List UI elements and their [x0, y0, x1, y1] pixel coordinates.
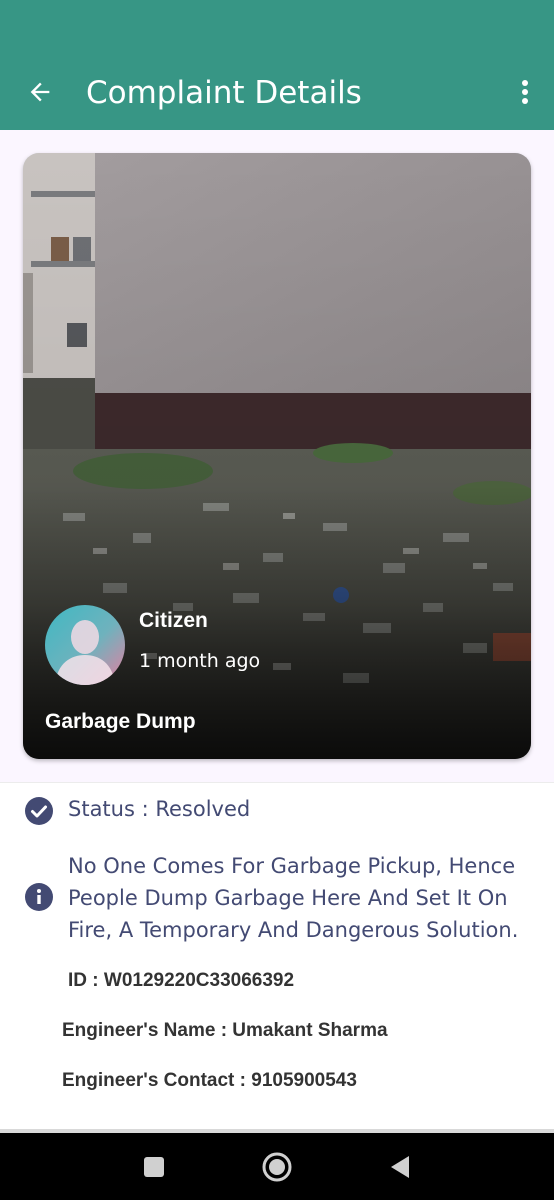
square-icon — [144, 1157, 164, 1177]
more-options-button[interactable] — [510, 76, 540, 108]
info-icon — [25, 883, 53, 911]
avatar — [45, 605, 125, 685]
complaint-id: ID : W0129220C33066392 — [68, 970, 295, 991]
page-title: Complaint Details — [86, 75, 362, 111]
time-ago: 1 month ago — [139, 650, 261, 672]
back-button[interactable] — [22, 74, 58, 110]
engineer-contact: Engineer's Contact : 9105900543 — [62, 1070, 357, 1091]
complaint-description: No One Comes For Garbage Pickup, Hence P… — [68, 854, 519, 942]
system-back-button[interactable] — [384, 1151, 416, 1183]
more-vert-icon — [522, 80, 528, 104]
app-bar: Complaint Details — [0, 0, 554, 130]
recents-button[interactable] — [138, 1151, 170, 1183]
system-nav-bar — [0, 1133, 554, 1200]
complaint-card[interactable]: Citizen 1 month ago Garbage Dump — [23, 153, 531, 759]
home-button[interactable] — [258, 1148, 296, 1186]
home-circle-icon — [262, 1152, 292, 1182]
status-text: Status : Resolved — [68, 797, 251, 821]
divider — [0, 782, 554, 783]
user-name: Citizen — [139, 609, 208, 632]
engineer-name: Engineer's Name : Umakant Sharma — [62, 1020, 388, 1041]
check-circle-icon — [25, 797, 53, 825]
back-arrow-icon — [30, 82, 50, 102]
issue-title: Garbage Dump — [45, 710, 196, 733]
back-triangle-icon — [391, 1156, 409, 1178]
